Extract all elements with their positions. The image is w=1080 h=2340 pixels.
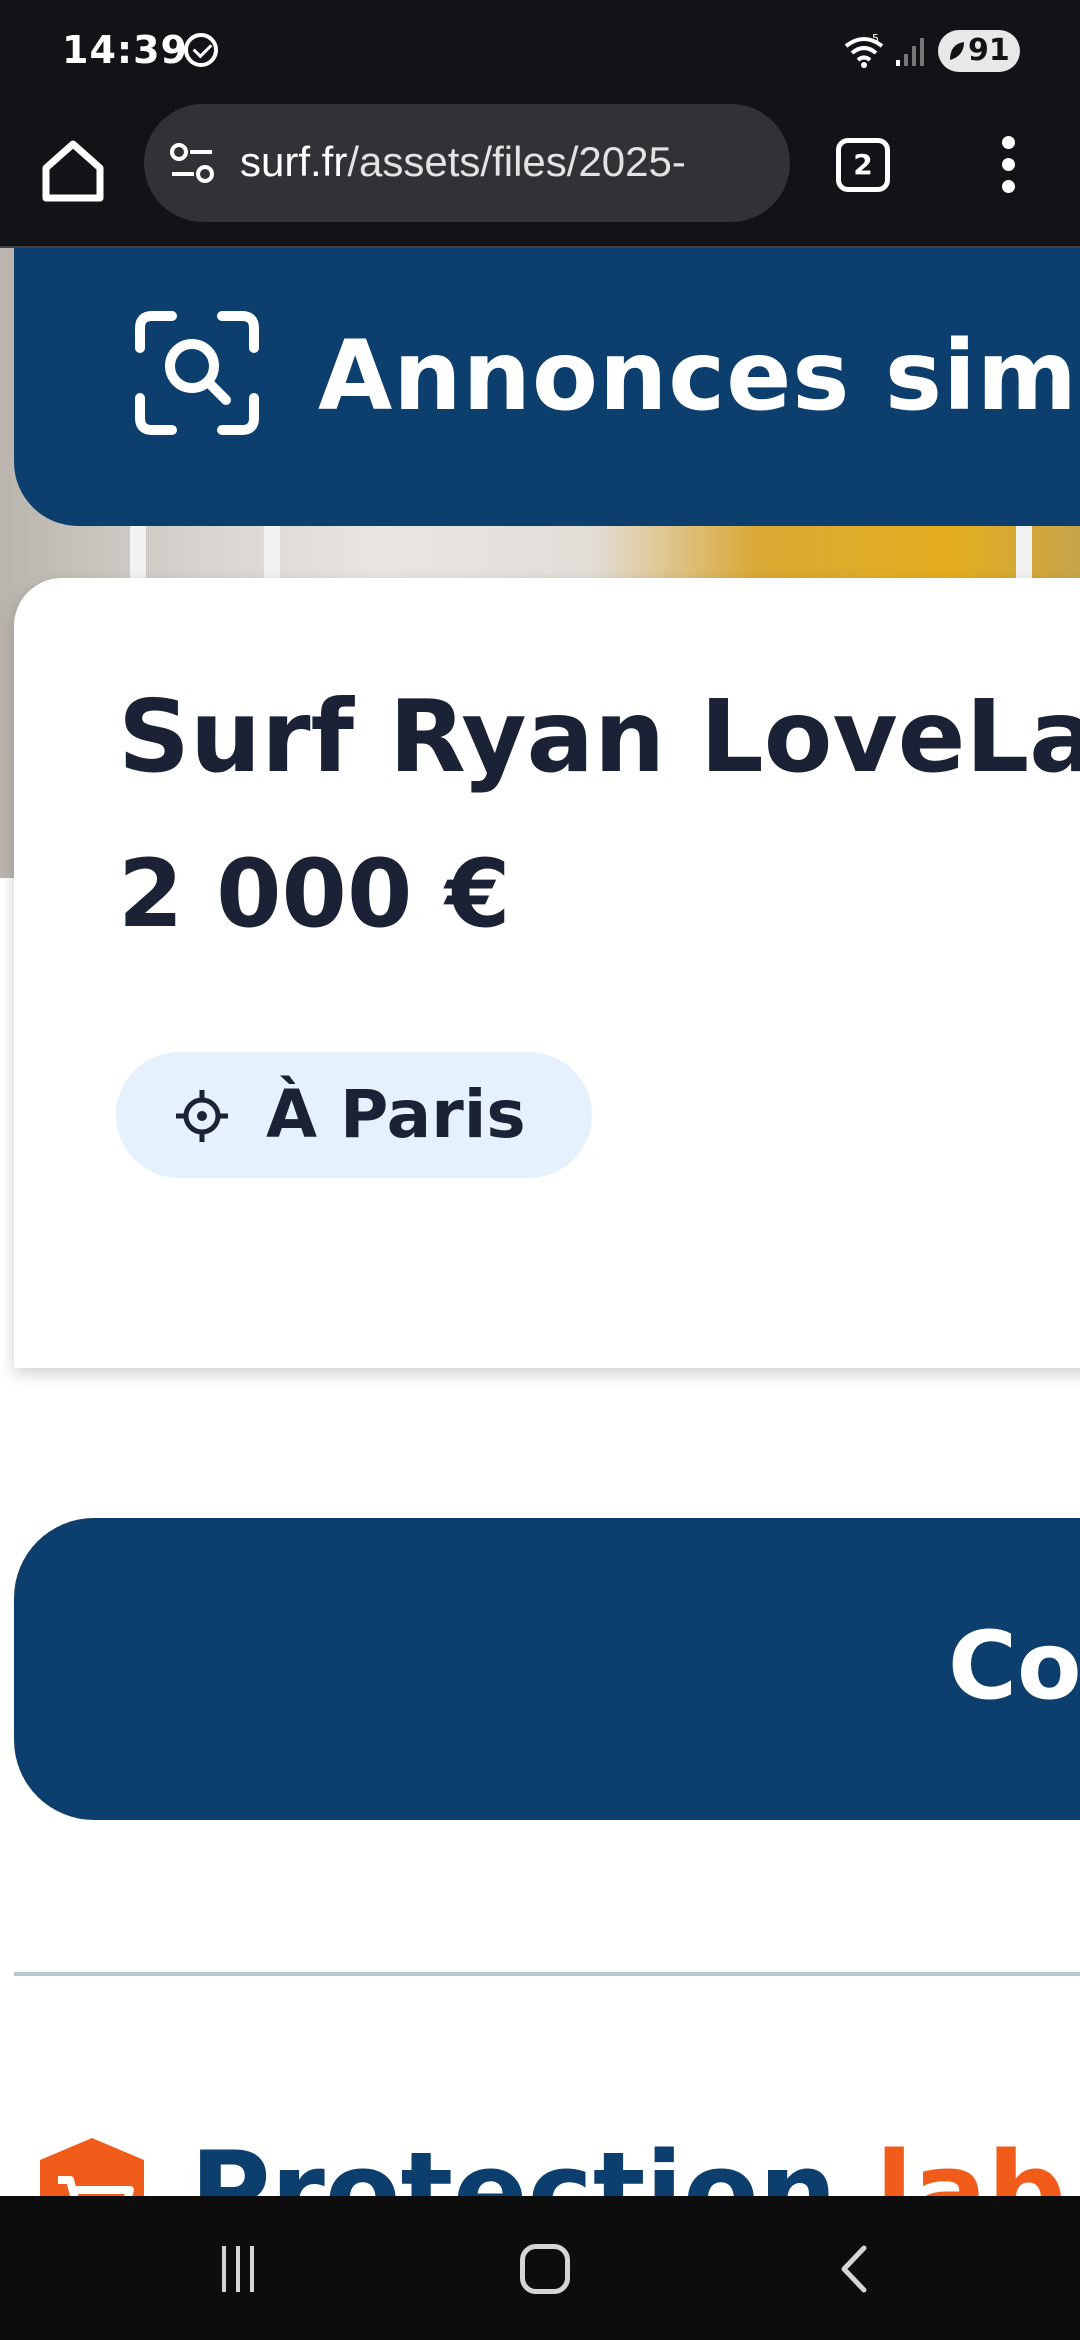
notification-icon	[184, 33, 218, 67]
scan-search-icon	[135, 311, 259, 435]
back-icon[interactable]	[830, 2244, 880, 2294]
browser-toolbar: surf.fr/assets/files/2025- 2	[0, 100, 1080, 248]
navigation-bar	[0, 2196, 1080, 2340]
battery-level: 91	[968, 33, 1010, 68]
similar-listings-label: Annonces simi	[318, 320, 1080, 432]
recent-apps-icon[interactable]	[222, 2246, 266, 2292]
section-divider	[14, 1972, 1080, 1976]
url-text[interactable]: surf.fr/assets/files/2025-	[240, 138, 686, 186]
similar-listings-banner[interactable]: Annonces simi	[14, 248, 1080, 526]
site-settings-icon[interactable]	[168, 142, 216, 184]
location-target-icon	[176, 1090, 228, 1142]
status-time: 14:39	[62, 28, 188, 72]
location-chip: À Paris	[116, 1052, 592, 1178]
tab-count: 2	[853, 148, 873, 181]
home-icon[interactable]	[38, 136, 108, 206]
listing-title: Surf Ryan LoveLa	[118, 678, 1080, 795]
contact-button-label: Co	[948, 1612, 1080, 1721]
contact-button[interactable]: Co	[14, 1518, 1080, 1820]
web-page: Annonces simi Surf Ryan LoveLa 2 000 € À…	[0, 248, 1080, 2196]
wifi-icon: 5	[844, 32, 884, 68]
signal-icon	[896, 38, 924, 66]
status-bar: 14:39 5 91	[0, 0, 1080, 100]
location-label: À Paris	[266, 1076, 526, 1153]
battery-icon: 91	[938, 30, 1020, 72]
protection-title-main: Protection	[190, 2128, 876, 2196]
more-menu-icon[interactable]	[990, 136, 1026, 196]
svg-text:5: 5	[872, 32, 879, 45]
shopping-cart-shield-icon	[40, 2138, 144, 2196]
listing-card[interactable]: Surf Ryan LoveLa 2 000 € À Paris	[14, 578, 1080, 1368]
address-bar[interactable]: surf.fr/assets/files/2025-	[144, 104, 790, 222]
protection-title: Protection lab	[190, 2128, 1066, 2196]
battery-saver-icon	[950, 42, 964, 60]
listing-price: 2 000 €	[118, 840, 511, 949]
url-domain: surf.fr	[240, 138, 348, 185]
url-path: /assets/files/2025-	[347, 138, 686, 185]
home-nav-icon[interactable]	[520, 2244, 570, 2294]
protection-title-accent: lab	[875, 2128, 1066, 2196]
tabs-button[interactable]: 2	[836, 138, 890, 192]
